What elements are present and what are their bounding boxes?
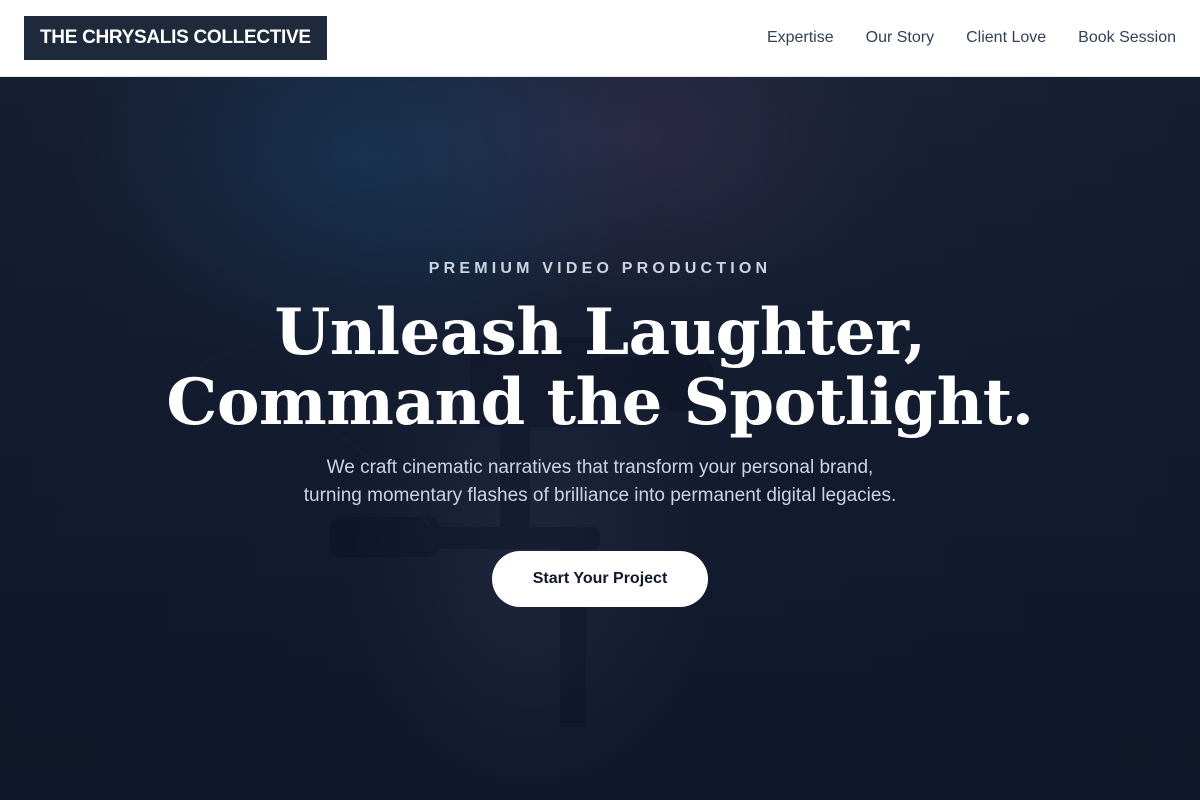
nav-link-client-love[interactable]: Client Love — [966, 29, 1046, 47]
hero-subtext-line-1: We craft cinematic narratives that trans… — [326, 457, 874, 478]
site-header: THE CHRYSALIS COLLECTIVE Expertise Our S… — [0, 0, 1200, 77]
start-project-button[interactable]: Start Your Project — [492, 551, 708, 607]
logo[interactable]: THE CHRYSALIS COLLECTIVE — [24, 16, 327, 60]
hero-headline-line-1: Unleash Laughter, — [274, 295, 926, 370]
main-nav: Expertise Our Story Client Love Book Ses… — [767, 29, 1176, 47]
nav-link-expertise[interactable]: Expertise — [767, 29, 834, 47]
hero-subtext: We craft cinematic narratives that trans… — [304, 454, 896, 510]
hero-content: PREMIUM VIDEO PRODUCTION Unleash Laughte… — [0, 77, 1200, 800]
hero-subtext-line-2: turning momentary flashes of brilliance … — [303, 485, 897, 506]
hero-headline: Unleash Laughter, Command the Spotlight. — [166, 295, 1034, 440]
hero-eyebrow: PREMIUM VIDEO PRODUCTION — [428, 260, 772, 277]
nav-link-book-session[interactable]: Book Session — [1078, 29, 1176, 47]
nav-link-our-story[interactable]: Our Story — [866, 29, 934, 47]
hero-section: PREMIUM VIDEO PRODUCTION Unleash Laughte… — [0, 77, 1200, 800]
hero-headline-line-2: Command the Spotlight. — [166, 365, 1034, 440]
